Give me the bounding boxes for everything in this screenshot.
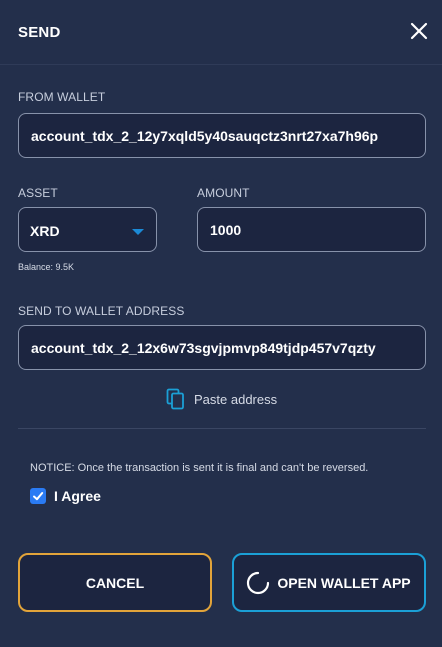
send-to-field-container	[18, 325, 426, 370]
loading-spinner-icon	[246, 571, 270, 595]
asset-select[interactable]: XRD	[18, 207, 157, 252]
cancel-button-label: CANCEL	[85, 574, 145, 591]
from-wallet-input[interactable]	[19, 114, 425, 157]
asset-balance: Balance: 9.5K	[18, 262, 75, 272]
chevron-down-icon	[132, 229, 144, 235]
notice-text: NOTICE: Once the transaction is sent it …	[30, 462, 369, 474]
paste-address-label: Paste address	[194, 391, 278, 407]
send-to-address-input[interactable]	[19, 326, 425, 369]
asset-label: ASSET	[18, 186, 58, 200]
copy-icon	[166, 388, 184, 410]
amount-label: AMOUNT	[197, 186, 250, 200]
close-icon	[410, 22, 428, 40]
cancel-button[interactable]: CANCEL	[18, 553, 212, 612]
dialog-header: SEND	[0, 0, 442, 65]
dialog-title: SEND	[18, 24, 61, 41]
open-wallet-app-label: OPEN WALLET APP	[277, 574, 411, 591]
close-button[interactable]	[408, 20, 430, 42]
agree-label: I Agree	[54, 488, 101, 504]
amount-field-container	[197, 207, 426, 252]
checkbox-box[interactable]	[30, 488, 46, 504]
open-wallet-app-button[interactable]: OPEN WALLET APP	[232, 553, 426, 612]
asset-selected-value: XRD	[30, 223, 60, 239]
send-to-label: SEND TO WALLET ADDRESS	[18, 304, 185, 318]
from-wallet-label: FROM WALLET	[18, 90, 106, 104]
check-icon	[33, 492, 44, 501]
divider	[18, 428, 426, 429]
paste-address-button[interactable]: Paste address	[166, 388, 286, 410]
amount-input[interactable]	[198, 208, 425, 251]
agree-checkbox[interactable]: I Agree	[30, 488, 101, 504]
from-wallet-field-container	[18, 113, 426, 158]
